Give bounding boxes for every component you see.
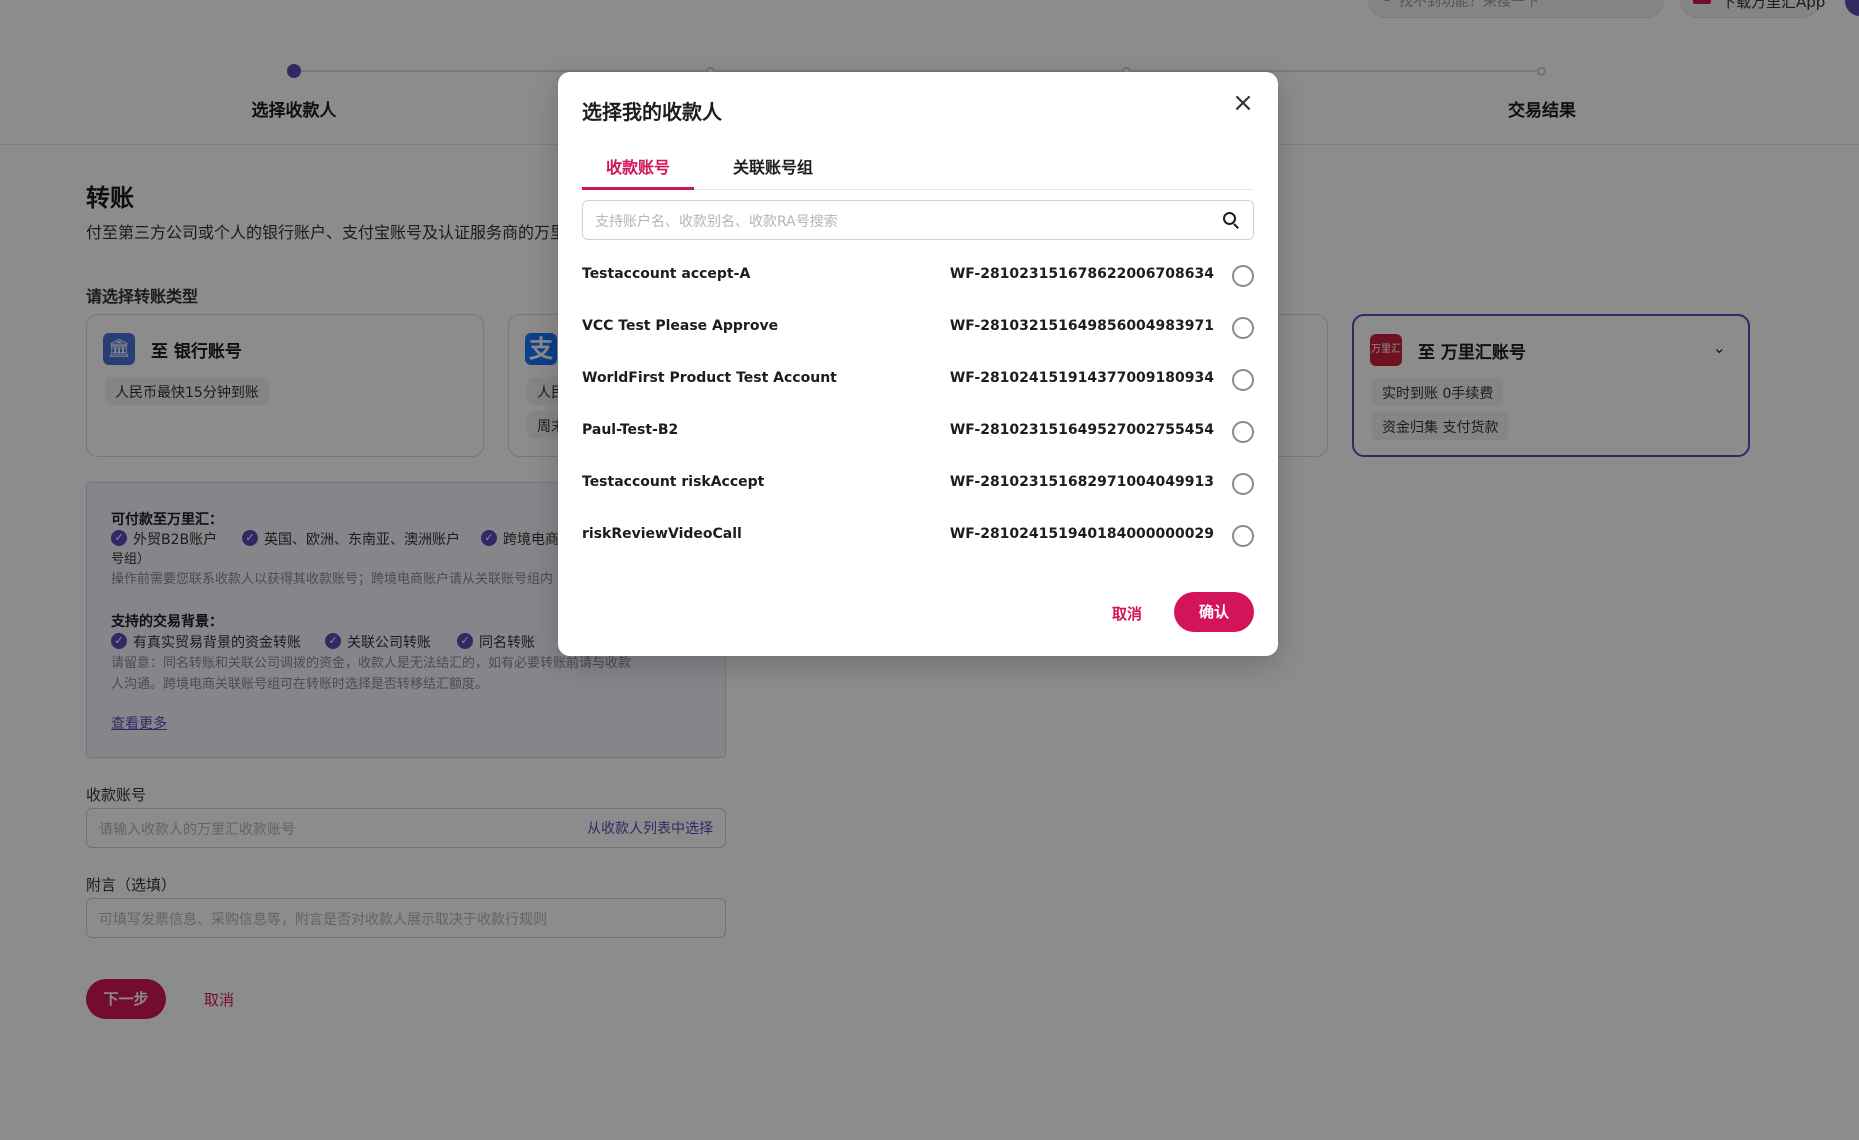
dialog-confirm-button[interactable]: 确认 [1174,592,1254,632]
tab-payee-accounts[interactable]: 收款账号 [582,148,694,190]
payee-name: riskReviewVideoCall [582,526,742,542]
payee-row[interactable]: riskReviewVideoCall WF-28102415194018400… [582,516,1254,556]
payee-account: WF-28102415194018400000002​9 [949,526,1214,542]
payee-row[interactable]: Paul-Test-B2 WF-28102315164952700275545​… [582,412,1254,452]
payee-account: WF-2810231516786220067086​34 [949,266,1214,282]
payee-row[interactable]: VCC Test Please Approve WF-2810321516498… [582,308,1254,348]
dialog-title: 选择我的收款人 [582,100,722,124]
search-icon[interactable] [1223,212,1239,229]
payee-name: Testaccount riskAccept [582,474,765,490]
payee-radio[interactable] [1232,265,1254,287]
payee-name: Testaccount accept-A [582,266,751,282]
payee-radio[interactable] [1232,369,1254,391]
payee-name: VCC Test Please Approve [582,318,779,334]
payee-radio[interactable] [1232,473,1254,495]
payee-row[interactable]: Testaccount riskAccept WF-28102315168297… [582,464,1254,504]
dialog-tabs: 收款账号 关联账号组 [582,148,1254,190]
payee-account: WF-28103215164985600498397​1 [949,318,1214,334]
select-payee-dialog: 选择我的收款人 × 收款账号 关联账号组 支持账户名、收款别名、收款RA号搜索 … [558,72,1278,656]
dialog-cancel-button[interactable]: 取消 [1112,603,1142,624]
payee-account: WF-28102315164952700275545​4 [949,422,1214,438]
payee-row[interactable]: Testaccount accept-A WF-2810231516786220… [582,256,1254,296]
tab-linked-account-groups[interactable]: 关联账号组 [718,148,828,190]
payee-radio[interactable] [1232,317,1254,339]
payee-account: WF-28102415191437700918093​4 [949,370,1214,386]
payee-account: WF-28102315168297100404991​3 [949,474,1214,490]
payee-name: Paul-Test-B2 [582,422,679,438]
payee-search-placeholder: 支持账户名、收款别名、收款RA号搜索 [595,214,838,230]
payee-name: WorldFirst Product Test Account [582,370,837,386]
payee-search-input[interactable]: 支持账户名、收款别名、收款RA号搜索 [582,200,1254,240]
payee-radio[interactable] [1232,421,1254,443]
close-icon[interactable]: × [1230,90,1256,116]
payee-radio[interactable] [1232,525,1254,547]
payee-row[interactable]: WorldFirst Product Test Account WF-28102… [582,360,1254,400]
